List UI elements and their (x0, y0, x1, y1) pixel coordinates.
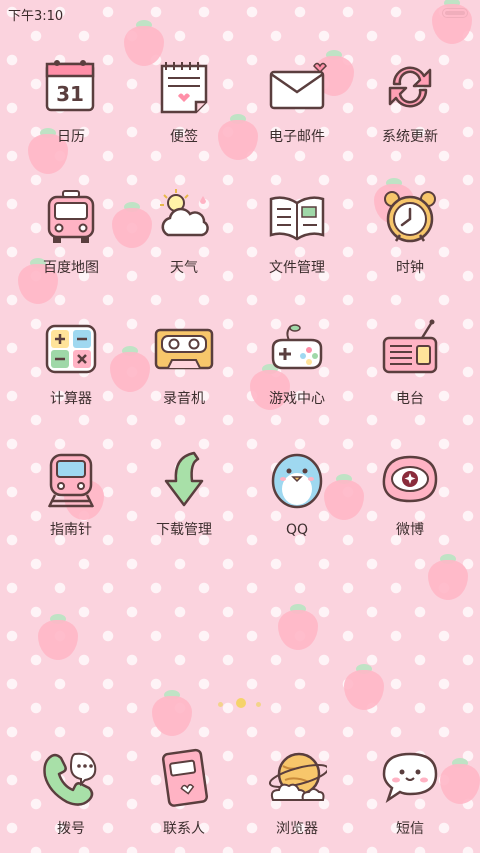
app-recorder[interactable]: 录音机 (128, 318, 240, 408)
down-arrow-icon (154, 449, 214, 509)
speech-bubble-icon (380, 748, 440, 808)
app-label: QQ (285, 522, 309, 538)
gamepad-icon (267, 318, 327, 378)
strawberry-decoration (426, 552, 470, 602)
app-system-update[interactable]: 系统更新 (354, 56, 466, 146)
train-icon (41, 449, 101, 509)
app-label: 电子邮件 (269, 129, 325, 145)
app-weibo[interactable]: 微博 (354, 449, 466, 539)
app-contacts[interactable]: 联系人 (128, 748, 240, 838)
app-download-manager[interactable]: 下载管理 (128, 449, 240, 539)
radio-icon (380, 318, 440, 378)
app-label: 指南针 (50, 522, 92, 538)
app-notes[interactable]: 便签 (128, 56, 240, 146)
strawberry-decoration (430, 0, 474, 46)
status-time: 下午3:10 (8, 9, 64, 24)
penguin-icon (267, 449, 327, 509)
phone-icon (41, 748, 101, 808)
app-baidu-map[interactable]: 百度地图 (15, 187, 127, 277)
page-dot-active (236, 698, 246, 708)
app-label: 下载管理 (156, 522, 212, 538)
app-browser[interactable]: 浏览器 (241, 748, 353, 838)
status-bar: 下午3:10 (0, 0, 480, 28)
strawberry-decoration (150, 688, 194, 738)
app-label: 百度地图 (43, 260, 99, 276)
svg-text:31: 31 (56, 82, 84, 106)
app-weather[interactable]: 天气 (128, 187, 240, 277)
alarm-clock-icon (380, 187, 440, 247)
app-label: 游戏中心 (269, 391, 325, 407)
bus-icon (41, 187, 101, 247)
refresh-icon (380, 56, 440, 116)
contacts-book-icon (154, 748, 214, 808)
app-label: 天气 (170, 260, 198, 276)
strawberry-decoration (276, 602, 320, 652)
calendar-icon: 31 (41, 56, 101, 116)
app-label: 录音机 (163, 391, 205, 407)
app-label: 文件管理 (269, 260, 325, 276)
app-email[interactable]: 电子邮件 (241, 56, 353, 146)
open-book-icon (267, 187, 327, 247)
page-dot (218, 702, 223, 707)
app-label: 微博 (396, 522, 424, 538)
app-calendar[interactable]: 31 日历 (15, 56, 127, 146)
app-label: 计算器 (50, 391, 92, 407)
strawberry-decoration (36, 612, 80, 662)
calculator-icon (41, 318, 101, 378)
notepad-icon (154, 56, 214, 116)
app-label: 联系人 (163, 821, 205, 837)
app-radio[interactable]: 电台 (354, 318, 466, 408)
app-qq[interactable]: QQ (241, 449, 353, 539)
app-messages[interactable]: 短信 (354, 748, 466, 838)
app-label: 电台 (396, 391, 424, 407)
app-compass[interactable]: 指南针 (15, 449, 127, 539)
weibo-eye-icon (380, 449, 440, 509)
mail-icon (267, 56, 327, 116)
app-dialer[interactable]: 拨号 (15, 748, 127, 838)
app-game-center[interactable]: 游戏中心 (241, 318, 353, 408)
app-calculator[interactable]: 计算器 (15, 318, 127, 408)
cassette-icon (154, 318, 214, 378)
cloud-sun-icon (154, 187, 214, 247)
page-indicator[interactable] (210, 696, 270, 712)
strawberry-decoration (342, 662, 386, 712)
app-label: 短信 (396, 821, 424, 837)
app-label: 日历 (57, 129, 85, 145)
app-label: 拨号 (57, 821, 85, 837)
app-label: 时钟 (396, 260, 424, 276)
page-dot (256, 702, 261, 707)
app-label: 便签 (170, 129, 198, 145)
app-clock[interactable]: 时钟 (354, 187, 466, 277)
app-label: 系统更新 (382, 129, 438, 145)
app-label: 浏览器 (276, 821, 318, 837)
planet-icon (267, 748, 330, 808)
app-file-manager[interactable]: 文件管理 (241, 187, 353, 277)
